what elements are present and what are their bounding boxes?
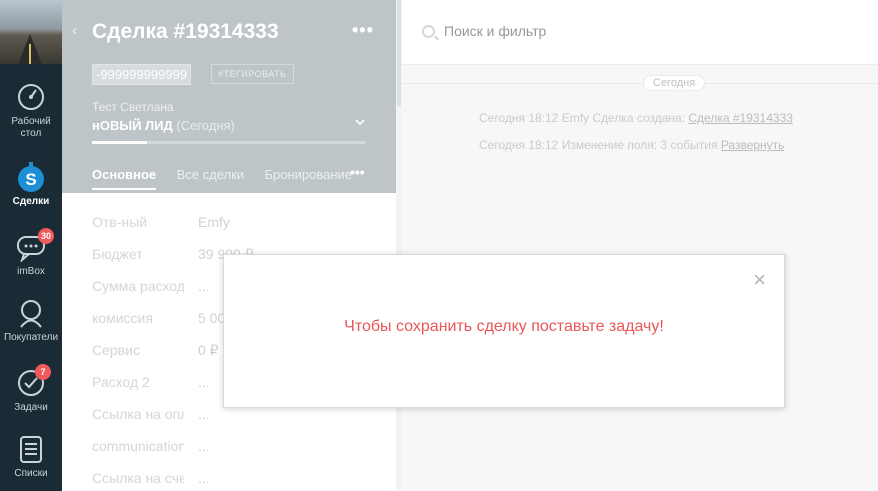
nav-item-dashboard[interactable]: Рабочий стол — [0, 82, 62, 140]
nav-item-customers[interactable]: Покупатели — [0, 298, 62, 344]
nav-label: Списки — [14, 468, 48, 479]
nav-item-deals[interactable]: S Сделки — [0, 162, 62, 208]
nav-item-imbox[interactable]: 30 imBox — [0, 228, 62, 278]
dashboard-icon — [18, 84, 44, 110]
nav-label: стол — [20, 128, 42, 139]
nav-item-lists[interactable]: Списки — [0, 434, 62, 480]
nav-label: Задачи — [14, 402, 48, 413]
nav-item-tasks[interactable]: 7 Задачи — [0, 364, 62, 414]
modal-message: Чтобы сохранить сделку поставьте задачу! — [344, 318, 664, 335]
lists-icon — [20, 436, 42, 463]
tasks-badge: 7 — [35, 364, 51, 380]
nav-label: Рабочий — [11, 116, 51, 127]
task-required-modal: × Чтобы сохранить сделку поставьте задач… — [223, 254, 785, 408]
nav-label: Сделки — [12, 196, 50, 207]
avatar-road-line — [29, 44, 31, 64]
user-avatar[interactable] — [0, 0, 62, 64]
nav-label: Покупатели — [3, 332, 59, 343]
customers-icon — [20, 300, 42, 328]
deals-icon: S — [18, 162, 44, 192]
left-navigation: Рабочий стол S Сделки 30 imBox Покупател… — [0, 0, 62, 491]
modal-overlay[interactable] — [62, 0, 878, 491]
close-icon[interactable]: × — [753, 269, 766, 291]
imbox-badge: 30 — [37, 228, 54, 244]
svg-text:S: S — [25, 170, 36, 189]
nav-label: imBox — [17, 266, 45, 277]
